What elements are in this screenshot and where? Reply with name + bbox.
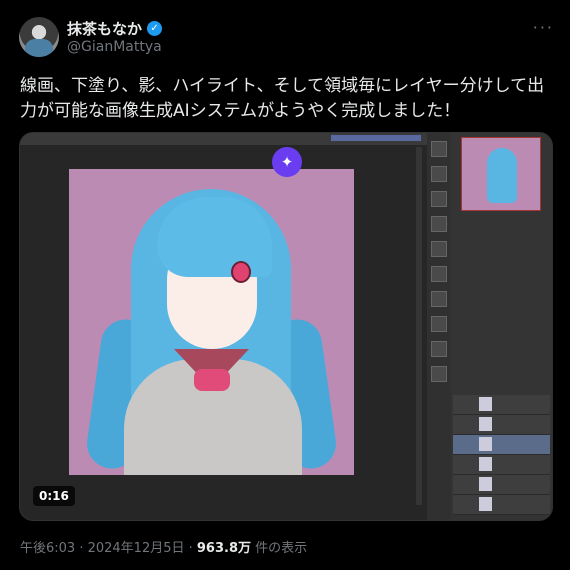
video-duration: 0:16 [33,486,75,506]
layer-row [453,475,550,495]
editor-side-panel [451,133,552,520]
tweet-meta: 午後6:03 · 2024年12月5日 · 963.8万 件の表示 [20,537,307,556]
author-name-row: 抹茶もなか ✓ [67,18,163,39]
layer-row [453,415,550,435]
handle[interactable]: @GianMattya [67,39,162,55]
verified-badge-icon[interactable]: ✓ [147,21,163,36]
layer-row [453,435,550,455]
tool-icon[interactable] [431,316,447,332]
character-eye [231,261,251,283]
avatar[interactable] [19,17,59,57]
tweet-text: 線画、下塗り、影、ハイライト、そして領域毎にレイヤー分けして出力が可能な画像生成… [20,76,545,121]
display-name[interactable]: 抹茶もなか [67,18,142,39]
tool-icon[interactable] [431,166,447,182]
editor-tool-strip [427,133,451,520]
tool-icon[interactable] [431,266,447,282]
view-count: 963.8万 [196,541,252,556]
editor-canvas-area: ✦ [20,133,427,520]
more-options-icon[interactable]: ··· [533,18,554,37]
layer-row [453,455,550,475]
tool-icon[interactable] [431,366,447,382]
canvas-scrollbar[interactable] [416,147,422,505]
sparkle-icon[interactable]: ✦ [272,147,302,177]
tool-icon[interactable] [431,191,447,207]
timestamp[interactable]: 午後6:03 · 2024年12月5日 · [20,541,197,556]
tool-icon[interactable] [431,291,447,307]
tool-icon[interactable] [431,141,447,157]
view-count-suffix: 件の表示 [251,541,308,556]
editor-toolbar [20,133,427,145]
layer-row [453,495,550,515]
ribbon-bow [194,369,230,391]
tool-icon[interactable] [431,341,447,357]
layer-row [453,395,550,415]
tweet: 抹茶もなか ✓ @GianMattya ··· 線画、下塗り、影、ハイライト、そ… [0,0,570,570]
hair-bangs [157,197,272,277]
tool-icon[interactable] [431,241,447,257]
artwork-canvas [69,169,354,475]
tool-icon[interactable] [431,216,447,232]
navigator-thumbnail [461,137,541,211]
video-player[interactable]: ✦ [19,132,553,521]
